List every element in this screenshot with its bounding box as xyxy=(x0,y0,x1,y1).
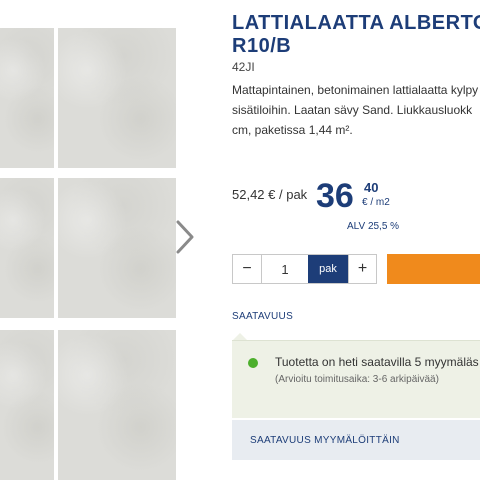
availability-status-dot xyxy=(248,358,258,368)
product-description: Mattapintainen, betonimainen lattialaatt… xyxy=(232,83,479,137)
quantity-input[interactable] xyxy=(261,255,308,283)
vat-label: ALV 25,5 % xyxy=(347,221,400,232)
tile-image xyxy=(0,28,54,168)
increase-quantity-button[interactable]: + xyxy=(348,255,376,283)
store-availability-label: SAATAVUUS MYYMÄLÖITTÄIN xyxy=(250,435,400,446)
tile-image xyxy=(58,178,176,318)
tile-image xyxy=(0,178,54,318)
add-to-cart-button[interactable] xyxy=(387,254,480,284)
price-per-package: 52,42 € / pak xyxy=(232,187,308,202)
price-cents: 40 xyxy=(364,180,379,195)
decrease-quantity-button[interactable]: − xyxy=(233,255,261,283)
chevron-right-icon[interactable] xyxy=(172,218,198,256)
tile-image xyxy=(58,28,176,168)
delivery-estimate-text: (Arvioitu toimitusaika: 3-6 arkipäivää) xyxy=(275,374,439,385)
tile-image xyxy=(0,330,54,480)
price-unit: € / m2 xyxy=(362,197,390,208)
tile-image xyxy=(58,330,176,480)
product-image-gallery[interactable] xyxy=(0,0,222,480)
availability-status-text: Tuotetta on heti saatavilla 5 myymäläs xyxy=(275,355,479,369)
product-sku: 42JI xyxy=(232,60,255,74)
availability-heading: SAATAVUUS xyxy=(232,311,294,322)
product-title: LATTIALAATTA ALBERTO R10/B xyxy=(232,12,480,57)
quantity-stepper: − pak + xyxy=(232,254,377,284)
price-integer: 36 xyxy=(316,177,354,215)
unit-selector[interactable]: pak xyxy=(308,255,348,283)
